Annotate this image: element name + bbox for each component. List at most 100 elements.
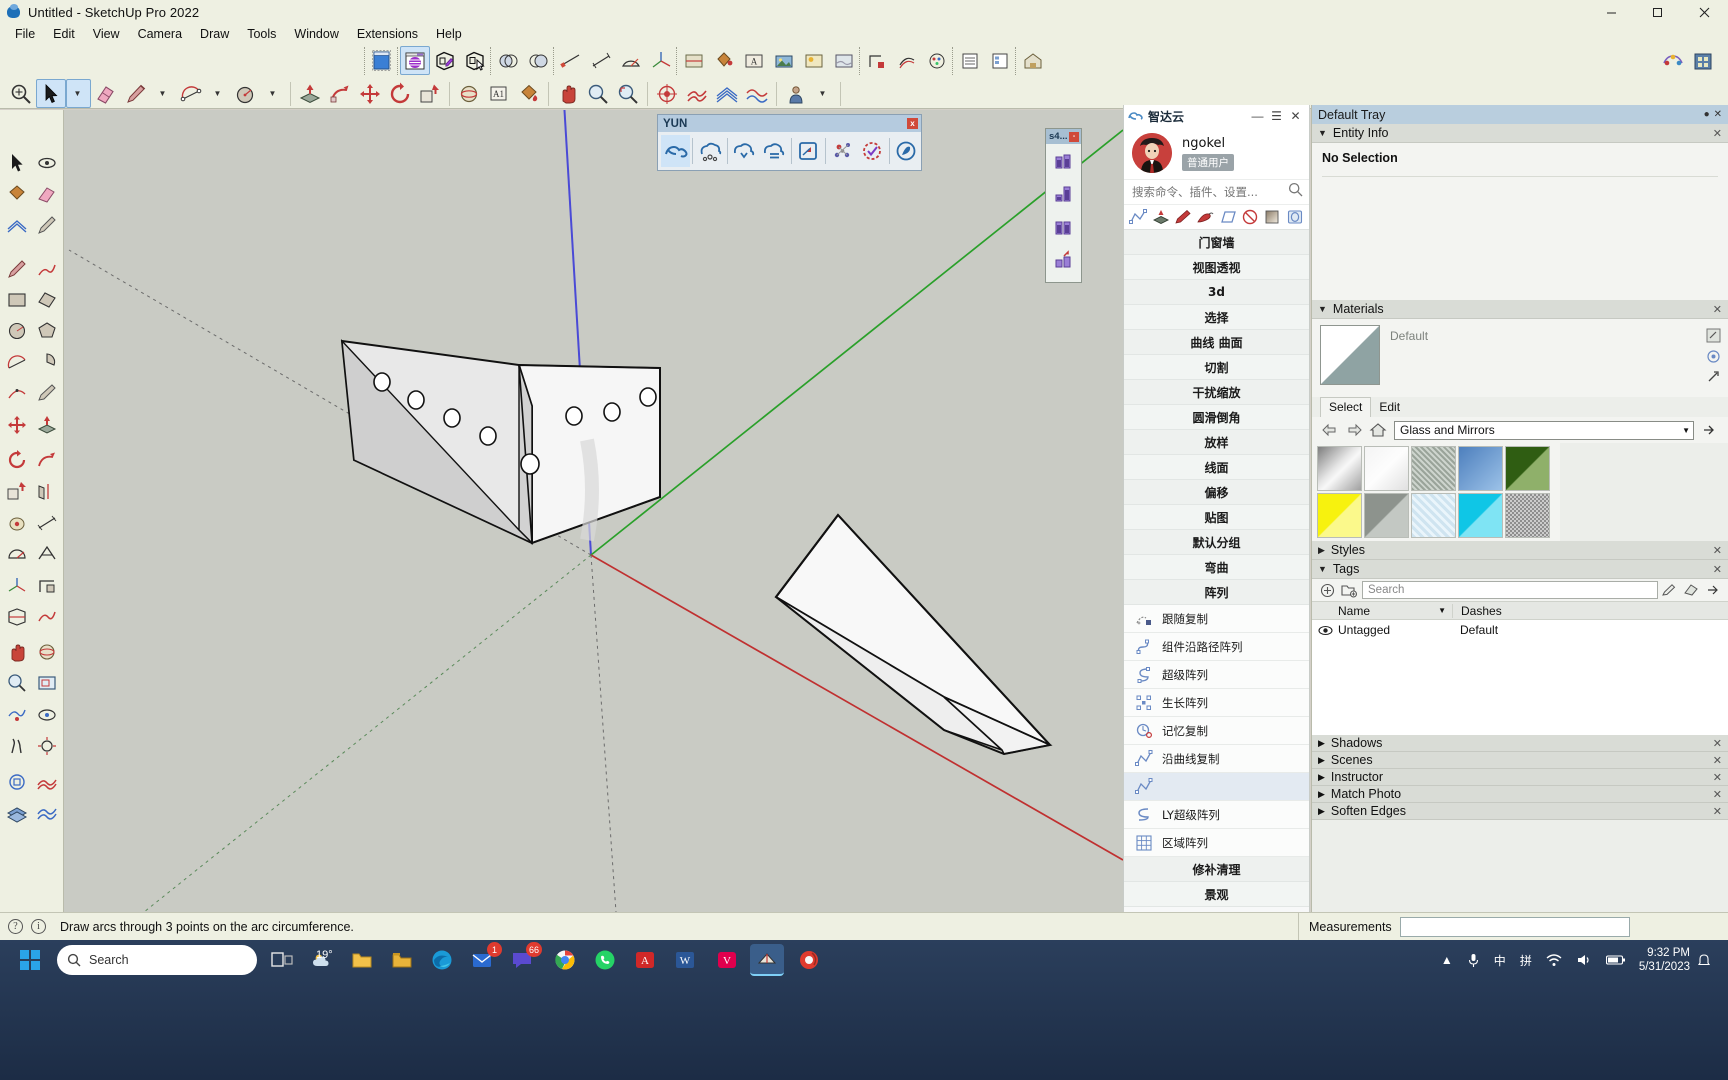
- offset-rail-icon[interactable]: [32, 476, 62, 506]
- zhida-menu-button[interactable]: ☰: [1267, 109, 1286, 123]
- orbit-tool-icon[interactable]: [454, 79, 484, 108]
- axes-rail-icon[interactable]: [2, 571, 32, 601]
- purple-window-icon[interactable]: [400, 46, 430, 75]
- pencil-icon[interactable]: [1174, 208, 1192, 226]
- no-entry-icon[interactable]: [1241, 208, 1259, 226]
- s4-palette-titlebar[interactable]: s4... -: [1046, 129, 1081, 144]
- arc2-rail-icon[interactable]: [2, 347, 32, 377]
- move-tool-icon[interactable]: [355, 79, 385, 108]
- match-photo-close-icon[interactable]: ✕: [1713, 788, 1722, 801]
- chart-up-icon[interactable]: [1046, 177, 1079, 210]
- tags-header[interactable]: ▼ Tags ✕: [1312, 560, 1728, 579]
- pencil-rail-icon[interactable]: [32, 210, 62, 240]
- trapezoid-icon[interactable]: [1219, 208, 1237, 226]
- arc-tool-dropdown[interactable]: ▼: [206, 79, 231, 108]
- zhida-category-5[interactable]: 切割: [1124, 355, 1309, 380]
- menu-extensions[interactable]: Extensions: [348, 25, 427, 43]
- zhida-category-3[interactable]: 选择: [1124, 305, 1309, 330]
- material-swatch-4[interactable]: [1505, 446, 1550, 491]
- forward-arrow-icon[interactable]: [1342, 420, 1366, 440]
- folder-icon[interactable]: [345, 944, 379, 976]
- chart-bars-icon[interactable]: [1046, 144, 1079, 177]
- protractor-icon[interactable]: [616, 46, 646, 75]
- tab-select[interactable]: Select: [1320, 397, 1372, 417]
- eraser-tool-icon[interactable]: [91, 79, 121, 108]
- text-tool-icon[interactable]: A1: [484, 79, 514, 108]
- zhida-category-12[interactable]: 默认分组: [1124, 530, 1309, 555]
- default-tray-titlebar[interactable]: Default Tray ● ✕: [1312, 105, 1728, 124]
- pie-rail-icon[interactable]: [32, 347, 62, 377]
- menu-file[interactable]: File: [6, 25, 44, 43]
- table-row[interactable]: Untagged Default: [1312, 620, 1728, 640]
- expand-corner-icon[interactable]: [793, 135, 822, 167]
- paint-tool-icon[interactable]: [514, 79, 544, 108]
- notification-icon[interactable]: [1697, 953, 1711, 967]
- s4-close-button[interactable]: -: [1069, 131, 1079, 142]
- check-circle-icon[interactable]: [857, 135, 886, 167]
- brush-icon[interactable]: [1196, 208, 1214, 226]
- mail-icon[interactable]: 1: [465, 942, 502, 976]
- add-tag-icon[interactable]: [1316, 581, 1338, 599]
- line-tool-icon[interactable]: [121, 79, 151, 108]
- component-select-icon[interactable]: [460, 46, 490, 75]
- sandbox-rail-icon[interactable]: [2, 210, 32, 240]
- scenes-close-icon[interactable]: ✕: [1713, 754, 1722, 767]
- zhida-category-2[interactable]: 3d: [1124, 280, 1309, 305]
- scenes-header[interactable]: ▶ Scenes ✕: [1312, 752, 1728, 769]
- chart-arrow-icon[interactable]: [1046, 243, 1079, 276]
- material-swatch-7[interactable]: [1411, 493, 1456, 538]
- zhida-category-10[interactable]: 偏移: [1124, 480, 1309, 505]
- zhida-footer-category-0[interactable]: 修补清理: [1124, 857, 1309, 882]
- tags-column-dashes[interactable]: Dashes: [1452, 603, 1552, 618]
- scale-tool-icon[interactable]: [862, 46, 892, 75]
- zhida-command-7[interactable]: LY超级阵列: [1124, 801, 1309, 829]
- menu-camera[interactable]: Camera: [129, 25, 191, 43]
- rotate-tool-icon[interactable]: [385, 79, 415, 108]
- volume-icon[interactable]: [1576, 953, 1592, 967]
- tags-column-name[interactable]: Name ▼: [1312, 604, 1452, 618]
- entity-info-header[interactable]: ▼ Entity Info ✕: [1312, 124, 1728, 143]
- material-options-icon[interactable]: [1705, 369, 1722, 386]
- walk-tool-rail-icon[interactable]: [2, 731, 32, 761]
- file-explorer-icon[interactable]: [385, 944, 419, 976]
- previous-view-rail-icon[interactable]: [2, 700, 32, 730]
- rotated-rect-rail-icon[interactable]: [32, 285, 62, 315]
- material-swatch-3[interactable]: [1458, 446, 1503, 491]
- whatsapp-icon[interactable]: [588, 944, 622, 976]
- sandbox-drape-icon[interactable]: [742, 79, 772, 108]
- new-scene-icon[interactable]: [367, 46, 397, 75]
- material-swatch-6[interactable]: [1364, 493, 1409, 538]
- select-tool-dropdown[interactable]: ▼: [66, 79, 91, 108]
- move-rail-icon[interactable]: [2, 410, 32, 440]
- tags-close-icon[interactable]: ✕: [1713, 563, 1722, 576]
- material-swatch-8[interactable]: [1458, 493, 1503, 538]
- materials-header[interactable]: ▼ Materials ✕: [1312, 300, 1728, 319]
- zoom-window-rail-icon[interactable]: [32, 668, 62, 698]
- chevron-up-icon[interactable]: ▲: [1441, 953, 1453, 967]
- v-app-icon[interactable]: V: [710, 944, 744, 976]
- soften-edges-close-icon[interactable]: ✕: [1713, 805, 1722, 818]
- scale-rail-icon[interactable]: [2, 476, 32, 506]
- circle-tool-icon[interactable]: [231, 79, 261, 108]
- styles-header[interactable]: ▶ Styles ✕: [1312, 541, 1728, 560]
- polygon-rail-icon[interactable]: [32, 316, 62, 346]
- pan-tool-icon[interactable]: [553, 79, 583, 108]
- instructor-close-icon[interactable]: ✕: [1713, 771, 1722, 784]
- tag-details-icon[interactable]: [1702, 581, 1724, 599]
- zoom-extents-icon[interactable]: [613, 79, 643, 108]
- freehand2-rail-icon[interactable]: [32, 378, 62, 408]
- mic-icon[interactable]: [1467, 953, 1480, 968]
- paint-bucket-icon[interactable]: [709, 46, 739, 75]
- tab-edit[interactable]: Edit: [1371, 398, 1408, 417]
- zhida-category-7[interactable]: 圆滑倒角: [1124, 405, 1309, 430]
- zhida-category-13[interactable]: 弯曲: [1124, 555, 1309, 580]
- ime-pinyin-indicator[interactable]: 拼: [1520, 952, 1532, 969]
- minimize-button[interactable]: [1588, 0, 1634, 24]
- adobe-icon[interactable]: A: [628, 944, 662, 976]
- line-tool-dropdown[interactable]: ▼: [151, 79, 176, 108]
- arc-tool-icon[interactable]: [176, 79, 206, 108]
- layers-rail-icon[interactable]: [2, 767, 32, 797]
- pin-icon[interactable]: ●: [1704, 109, 1710, 120]
- zoom-tool-icon[interactable]: [6, 79, 36, 108]
- chart-pair-icon[interactable]: [1046, 210, 1079, 243]
